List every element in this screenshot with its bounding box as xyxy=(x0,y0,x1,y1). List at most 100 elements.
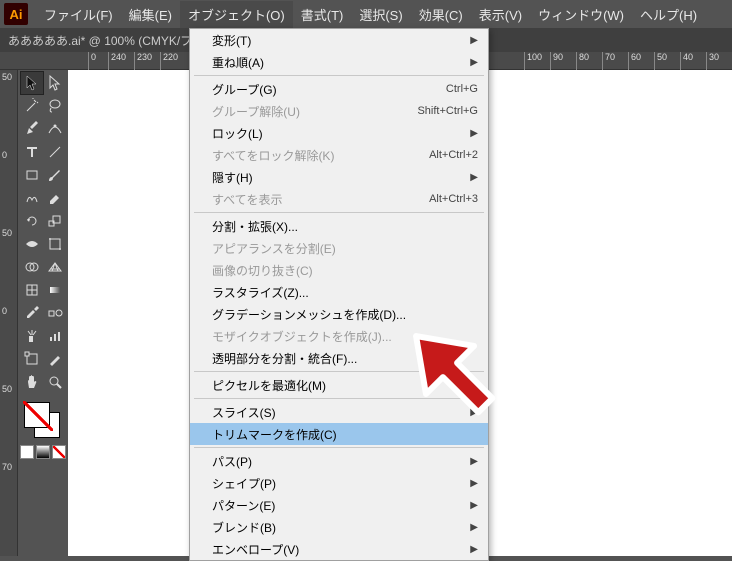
gradient-tool[interactable] xyxy=(44,279,66,301)
menu-item[interactable]: 重ね順(A)▶ xyxy=(190,51,488,73)
menu-shortcut: Alt+Ctrl+2 xyxy=(429,149,478,161)
width-tool[interactable] xyxy=(21,233,43,255)
menu-item[interactable]: 変形(T)▶ xyxy=(190,29,488,51)
menu-item[interactable]: スライス(S) ▶ xyxy=(190,401,488,423)
vertical-ruler: 5005005070 xyxy=(0,70,18,556)
menu-separator xyxy=(194,371,484,372)
type-tool[interactable] xyxy=(21,141,43,163)
slice-tool[interactable] xyxy=(44,348,66,370)
ruler-tick: 50 xyxy=(0,382,17,460)
free-transform-tool[interactable] xyxy=(44,233,66,255)
menu-item-label: アピアランスを分割(E) xyxy=(212,240,336,257)
menu-item-label: スライス(S) xyxy=(212,404,276,421)
mesh-tool[interactable] xyxy=(21,279,43,301)
menu-item[interactable]: ブレンド(B)▶ xyxy=(190,516,488,538)
app-icon: Ai xyxy=(4,3,28,25)
menu-item[interactable]: パス(P)▶ xyxy=(190,450,488,472)
menu-item-label: 透明部分を分割・統合(F)... xyxy=(212,350,357,367)
menu-item[interactable]: 透明部分を分割・統合(F)... xyxy=(190,347,488,369)
menu-item-label: モザイクオブジェクトを作成(J)... xyxy=(212,328,392,345)
menu-shortcut: Shift+Ctrl+G xyxy=(417,105,478,117)
chevron-right-icon: ▶ xyxy=(470,544,478,555)
menu-item-label: グラデーションメッシュを作成(D)... xyxy=(212,306,406,323)
menu-item[interactable]: 選択(S) xyxy=(351,1,410,28)
ruler-tick: 70 xyxy=(602,52,615,70)
chevron-right-icon: ▶ xyxy=(470,407,478,418)
color-mode-grad[interactable] xyxy=(36,445,50,459)
paintbrush-tool[interactable] xyxy=(44,164,66,186)
menu-item[interactable]: グループ(G)Ctrl+G xyxy=(190,78,488,100)
menu-item[interactable]: ヘルプ(H) xyxy=(632,1,705,28)
menu-item[interactable]: ロック(L) ▶ xyxy=(190,122,488,144)
magic-wand-tool[interactable] xyxy=(21,95,43,117)
menu-item-label: 画像の切り抜き(C) xyxy=(212,262,313,279)
ruler-tick: 40 xyxy=(680,52,693,70)
shaper-tool[interactable] xyxy=(21,187,43,209)
line-tool[interactable] xyxy=(44,141,66,163)
menu-item-label: パターン(E) xyxy=(212,497,275,514)
ruler-tick: 80 xyxy=(576,52,589,70)
menu-item[interactable]: 分割・拡張(X)... xyxy=(190,215,488,237)
toolbox xyxy=(18,70,68,556)
menu-item[interactable]: 隠す(H)▶ xyxy=(190,166,488,188)
chevron-right-icon: ▶ xyxy=(470,128,478,139)
menu-item[interactable]: パターン(E) ▶ xyxy=(190,494,488,516)
fill-stroke-swatch[interactable] xyxy=(20,398,66,442)
menu-item[interactable]: ラスタライズ(Z)... xyxy=(190,281,488,303)
perspective-grid-tool[interactable] xyxy=(44,256,66,278)
menu-item-label: ロック(L) xyxy=(212,125,263,142)
color-mode-none[interactable] xyxy=(52,445,66,459)
menu-item[interactable]: グラデーションメッシュを作成(D)... xyxy=(190,303,488,325)
rectangle-tool[interactable] xyxy=(21,164,43,186)
menu-item[interactable]: 書式(T) xyxy=(293,1,352,28)
eraser-tool[interactable] xyxy=(44,187,66,209)
rotate-tool[interactable] xyxy=(21,210,43,232)
symbol-sprayer-tool[interactable] xyxy=(21,325,43,347)
menu-item: アピアランスを分割(E) xyxy=(190,237,488,259)
artboard-tool[interactable] xyxy=(21,348,43,370)
scale-tool[interactable] xyxy=(44,210,66,232)
ruler-tick: 0 xyxy=(0,304,17,382)
shape-builder-tool[interactable] xyxy=(21,256,43,278)
menu-item-label: トリムマークを作成(C) xyxy=(212,426,337,443)
menu-item-label: すべてをロック解除(K) xyxy=(212,147,334,164)
color-mode-fill[interactable] xyxy=(20,445,34,459)
ruler-tick: 50 xyxy=(654,52,667,70)
direct-selection-tool[interactable] xyxy=(44,72,66,94)
menu-item[interactable]: 編集(E) xyxy=(121,1,180,28)
menu-item[interactable]: オブジェクト(O) xyxy=(180,1,293,28)
menu-item-label: エンベロープ(V) xyxy=(212,541,299,558)
chevron-right-icon: ▶ xyxy=(470,172,478,183)
menu-separator xyxy=(194,75,484,76)
document-title[interactable]: あああああ.ai* @ 100% (CMYK/プレビ xyxy=(8,32,216,49)
curvature-tool[interactable] xyxy=(44,118,66,140)
ruler-tick: 0 xyxy=(88,52,96,70)
graph-tool[interactable] xyxy=(44,325,66,347)
chevron-right-icon: ▶ xyxy=(470,500,478,511)
zoom-tool[interactable] xyxy=(44,371,66,393)
menu-item-label: 重ね順(A) xyxy=(212,54,264,71)
menu-item[interactable]: ファイル(F) xyxy=(36,1,121,28)
eyedropper-tool[interactable] xyxy=(21,302,43,324)
ruler-tick: 30 xyxy=(706,52,719,70)
menu-shortcut: Ctrl+G xyxy=(446,83,478,95)
pen-tool[interactable] xyxy=(21,118,43,140)
menu-item[interactable]: シェイプ(P)▶ xyxy=(190,472,488,494)
menu-item[interactable]: 効果(C) xyxy=(411,1,471,28)
chevron-right-icon: ▶ xyxy=(470,522,478,533)
menu-item[interactable]: ウィンドウ(W) xyxy=(530,1,632,28)
lasso-tool[interactable] xyxy=(44,95,66,117)
chevron-right-icon: ▶ xyxy=(470,478,478,489)
selection-tool[interactable] xyxy=(21,72,43,94)
menu-item[interactable]: エンベロープ(V) ▶ xyxy=(190,538,488,560)
chevron-right-icon: ▶ xyxy=(470,456,478,467)
hand-tool[interactable] xyxy=(21,371,43,393)
menu-item[interactable]: 表示(V) xyxy=(471,1,530,28)
menubar: Ai ファイル(F)編集(E)オブジェクト(O)書式(T)選択(S)効果(C)表… xyxy=(0,0,732,28)
blend-tool[interactable] xyxy=(44,302,66,324)
menu-separator xyxy=(194,398,484,399)
fill-swatch[interactable] xyxy=(24,402,50,428)
menu-item[interactable]: ピクセルを最適化(M) xyxy=(190,374,488,396)
menu-item: グループ解除(U)Shift+Ctrl+G xyxy=(190,100,488,122)
menu-item[interactable]: トリムマークを作成(C) xyxy=(190,423,488,445)
